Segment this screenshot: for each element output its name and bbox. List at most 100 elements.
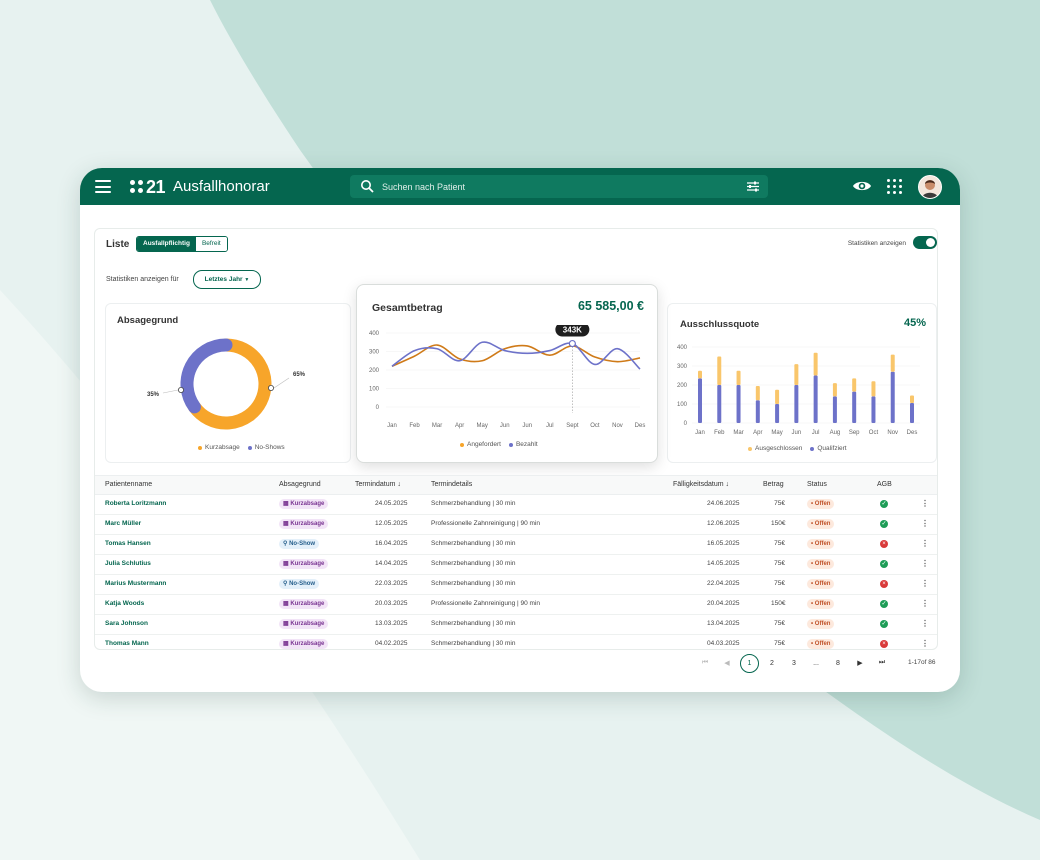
patient-name[interactable]: Tomas Hansen [105, 534, 151, 554]
period-dropdown[interactable]: Letztes Jahr ▼ [193, 270, 261, 289]
col-header-due-label: Fälligkeitsdatum [673, 481, 724, 488]
tooltip-marker [568, 339, 576, 348]
total-card-value: 65 585,00 € [577, 299, 644, 313]
bar-qualifziert [736, 385, 741, 423]
exclusion-card-value: 45% [903, 317, 926, 329]
calendar-icon: ▦ [283, 601, 289, 607]
filter-sliders-icon[interactable] [746, 180, 760, 193]
status-badge: • Offen [807, 599, 835, 609]
reason-badge: ▦ Kurzabsage [279, 499, 329, 509]
patient-name[interactable]: Marius Mustermann [105, 574, 166, 594]
more-vertical-icon[interactable]: ⋮ [921, 614, 929, 634]
col-header-name[interactable]: Patientenname [105, 476, 152, 494]
search-bar[interactable] [350, 175, 768, 198]
eye-icon[interactable] [852, 179, 872, 193]
patient-name[interactable]: Sara Johnson [105, 614, 148, 634]
user-avatar[interactable] [918, 175, 942, 199]
col-header-date-label: Termindatum [355, 481, 396, 488]
table-row[interactable]: Marc Müller ▦ Kurzabsage 12.05.2025 Profess… [95, 514, 937, 535]
sort-arrow-down-icon: ↓ [725, 481, 730, 488]
status-badge: • Offen [807, 619, 835, 629]
cross-circle-icon: × [880, 540, 888, 548]
patient-name[interactable]: Marc Müller [105, 514, 141, 534]
col-header-reason[interactable]: Absagegrund [279, 476, 321, 494]
reason-badge: ▦ Kurzabsage [279, 599, 329, 609]
reason-badge: ▦ Kurzabsage [279, 639, 329, 649]
page-button-3[interactable]: 3 [785, 660, 803, 667]
more-vertical-icon[interactable]: ⋮ [921, 574, 929, 594]
more-vertical-icon[interactable]: ⋮ [921, 494, 929, 514]
amount: 75€ [774, 640, 785, 647]
table-row[interactable]: Marius Mustermann ⚲ No-Show 22.03.2025 Schm… [95, 574, 937, 595]
col-header-details[interactable]: Termindetails [431, 476, 472, 494]
donut-slice-no-shows [180, 338, 233, 414]
exclusion-card: Ausschlussquote 45% 0 100 200 300 400 Jan Feb M… [667, 303, 937, 463]
app-logo[interactable]: 21 [130, 177, 166, 197]
bar-qualifziert [794, 385, 799, 423]
x-tick-label: Jan [695, 430, 705, 436]
page-button-8[interactable]: 8 [829, 660, 847, 667]
stats-toggle[interactable] [913, 236, 937, 249]
last-page-icon[interactable]: ⏭ [873, 659, 891, 667]
top-bar: 21 Ausfallhonorar [80, 168, 960, 205]
pagination: ⏮ ◀ 1 2 3 ... 8 ▶ ⏭ [696, 653, 895, 673]
patient-name[interactable]: Katja Woods [105, 594, 144, 614]
due-date: 20.04.2025 [707, 600, 740, 607]
cross-circle-icon: × [880, 580, 888, 588]
y-tick-label: 100 [677, 402, 688, 408]
appointment-date: 04.02.2025 [375, 640, 408, 647]
prev-page-icon[interactable]: ◀ [718, 659, 736, 667]
page-button-2[interactable]: 2 [763, 660, 781, 667]
data-label-kurzabsage: 65% [293, 372, 306, 378]
hamburger-menu-icon[interactable] [95, 180, 111, 193]
x-tick-label: Jan [387, 423, 397, 429]
more-vertical-icon[interactable]: ⋮ [921, 594, 929, 614]
more-vertical-icon[interactable]: ⋮ [921, 634, 929, 649]
x-tick-label: Mar [733, 430, 743, 436]
due-date: 16.05.2025 [707, 540, 740, 547]
appointment-details: Professionelle Zahnreinigung | 90 min [431, 600, 541, 607]
y-tick-label: 400 [369, 331, 380, 337]
status-badge-label: Offen [814, 581, 831, 587]
apps-grid-icon[interactable] [887, 179, 902, 194]
col-header-amount[interactable]: Betrag [763, 476, 784, 494]
table-row[interactable]: Julia Schlutius ▦ Kurzabsage 14.04.2025 Sch… [95, 554, 937, 575]
due-date: 12.06.2025 [707, 520, 740, 527]
table-row[interactable]: Katja Woods ▦ Kurzabsage 20.03.2025 Profess… [95, 594, 937, 615]
segment-befreit[interactable]: Befreit [195, 237, 227, 251]
table-row[interactable]: Roberta Loritzmann ▦ Kurzabsage 24.05.2025… [95, 494, 937, 515]
segment-ausfallpflichtig[interactable]: Ausfallpflichtig [137, 237, 196, 251]
x-tick-label: Apr [753, 430, 762, 436]
total-card: Gesamtbetrag 65 585,00 € 0 100 200 300 400 Ja… [356, 284, 658, 463]
first-page-icon[interactable]: ⏮ [696, 659, 714, 667]
next-page-icon[interactable]: ▶ [851, 659, 869, 667]
col-header-date[interactable]: Termindatum ↓ [355, 476, 401, 494]
table-row[interactable]: Tomas Hansen ⚲ No-Show 16.04.2025 Schmerzbe… [95, 534, 937, 555]
col-header-status[interactable]: Status [807, 476, 827, 494]
patient-name[interactable]: Roberta Loritzmann [105, 494, 166, 514]
amount: 75€ [774, 620, 785, 627]
search-input[interactable] [382, 175, 732, 198]
calendar-icon: ▦ [283, 501, 289, 507]
patient-name[interactable]: Julia Schlutius [105, 554, 151, 574]
page-button-1[interactable]: 1 [740, 653, 759, 673]
more-vertical-icon[interactable]: ⋮ [921, 534, 929, 554]
reason-badge-label: No-Show [289, 541, 316, 547]
patient-name[interactable]: Thomas Mann [105, 634, 149, 649]
col-header-agb[interactable]: AGB [877, 476, 892, 494]
reason-badge-label: Kurzabsage [290, 601, 325, 607]
reasons-donut-chart: 65% 35% [147, 338, 306, 430]
logo-dots-icon [130, 180, 144, 194]
reasons-card: Absagegrund 65% 35% Kurzabsage No-Shows [105, 303, 351, 463]
more-vertical-icon[interactable]: ⋮ [921, 554, 929, 574]
table-row[interactable]: Thomas Mann ▦ Kurzabsage 04.02.2025 Schmerz… [95, 634, 937, 649]
bar-ausgeschlossen [832, 383, 837, 397]
avatar-portrait-icon [919, 176, 941, 198]
col-header-due[interactable]: Fälligkeitsdatum ↓ [673, 476, 729, 494]
sort-arrow-down-icon: ↓ [397, 481, 401, 488]
reason-badge: ▦ Kurzabsage [279, 559, 329, 569]
more-vertical-icon[interactable]: ⋮ [921, 514, 929, 534]
appointment-details: Schmerzbehandlung | 30 min [431, 540, 516, 547]
table-row[interactable]: Sara Johnson ▦ Kurzabsage 13.03.2025 Schmer… [95, 614, 937, 635]
list-filter-segmented-control: Ausfallpflichtig Befreit [136, 236, 228, 252]
